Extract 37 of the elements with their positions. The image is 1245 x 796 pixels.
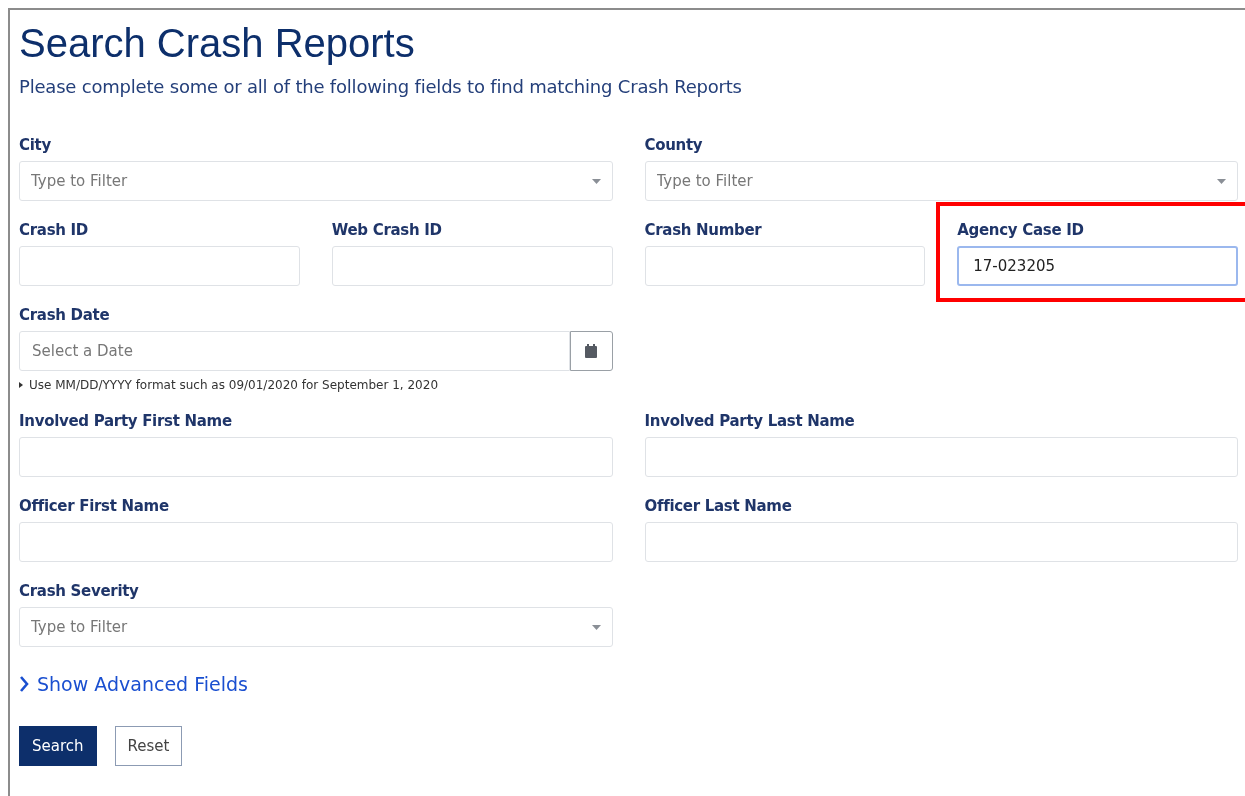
calendar-button[interactable] xyxy=(569,331,613,371)
text-field[interactable] xyxy=(331,246,613,286)
field-label: Crash Number xyxy=(644,221,763,239)
field-label: Involved Party First Name xyxy=(19,412,233,430)
caret-icon xyxy=(1217,179,1226,184)
page-title: Search Crash Reports xyxy=(19,20,416,67)
field-label: Officer Last Name xyxy=(644,497,793,515)
reset-button[interactable]: Reset xyxy=(114,726,183,766)
page-subtitle: Please complete some or all of the following fields to find matching Crash Reports xyxy=(19,75,743,99)
show-advanced-link[interactable]: Show Advanced Fields xyxy=(19,673,248,695)
caret-icon xyxy=(591,625,601,630)
field-label: Web Crash ID xyxy=(331,221,443,239)
dropdown-field[interactable]: Type to Filter xyxy=(19,607,613,647)
text-field[interactable] xyxy=(644,437,1238,477)
chevron-icon xyxy=(19,676,29,692)
field-label: Officer First Name xyxy=(19,497,170,515)
field-label: County xyxy=(644,136,704,154)
text-field[interactable] xyxy=(644,522,1238,562)
field-label: Crash Severity xyxy=(19,582,140,600)
text-field[interactable] xyxy=(19,522,613,562)
field-label: Crash ID xyxy=(19,221,89,239)
text-field[interactable] xyxy=(19,437,613,477)
field-label: Crash Date xyxy=(19,306,111,324)
search-button[interactable]: Search xyxy=(19,726,97,766)
date-field[interactable]: Select a Date xyxy=(19,331,570,371)
triangle-icon xyxy=(19,382,23,388)
dropdown-field[interactable]: Type to Filter xyxy=(19,161,613,201)
field-label: Involved Party Last Name xyxy=(644,412,856,430)
field-label: Agency Case ID xyxy=(957,221,1085,239)
text-field[interactable] xyxy=(19,246,300,286)
text-field[interactable]: 17-023205 xyxy=(957,246,1238,286)
text-field[interactable] xyxy=(644,246,926,286)
field-label: City xyxy=(19,136,52,154)
calendar-icon xyxy=(585,344,597,358)
dropdown-field[interactable]: Type to Filter xyxy=(644,161,1238,201)
hint-text: Use MM/DD/YYYY format such as 09/01/2020 for September 1, 2020 xyxy=(29,378,439,392)
caret-icon xyxy=(591,179,601,184)
